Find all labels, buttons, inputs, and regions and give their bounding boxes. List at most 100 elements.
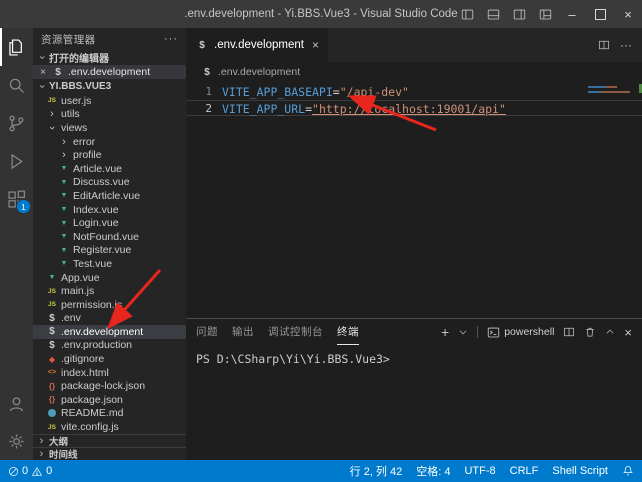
open-editor-item[interactable]: × $ .env.development xyxy=(33,65,186,79)
tree-item-profile[interactable]: ›profile xyxy=(33,148,186,162)
vue-file-icon: ▼ xyxy=(57,233,71,240)
tree-item-index-html[interactable]: <>index.html xyxy=(33,366,186,380)
project-root-header[interactable]: › YI.BBS.VUE3 xyxy=(33,79,186,94)
panel-tab-terminal[interactable]: 终端 xyxy=(337,320,359,345)
language-mode-status[interactable]: Shell Script xyxy=(552,465,608,477)
kill-terminal-icon[interactable] xyxy=(584,326,596,338)
tree-item-label: package-lock.json xyxy=(61,380,145,392)
activity-bar-extensions[interactable]: 1 xyxy=(0,180,33,218)
customize-layout-icon[interactable] xyxy=(532,0,558,28)
terminal-output[interactable]: PS D:\CSharp\Yi\Yi.BBS.Vue3> xyxy=(186,345,642,366)
tree-item-label: Discuss.vue xyxy=(73,176,130,188)
tree-item-permission-js[interactable]: JSpermission.js xyxy=(33,298,186,312)
tree-item-notfound-vue[interactable]: ▼NotFound.vue xyxy=(33,230,186,244)
tree-item-readme-md[interactable]: README.md xyxy=(33,407,186,421)
code-line-2[interactable]: 2VITE_APP_URL="http://localhost:19001/ap… xyxy=(186,100,642,116)
tree-item-utils[interactable]: ›utils xyxy=(33,108,186,122)
sidebar-title-row: 资源管理器 ··· xyxy=(33,28,186,50)
html-file-icon: <> xyxy=(45,369,59,376)
tree-item-views[interactable]: ›views xyxy=(33,121,186,135)
tree-item-label: vite.config.js xyxy=(61,421,119,433)
toggle-panel-icon[interactable] xyxy=(480,0,506,28)
tree-item-test-vue[interactable]: ▼Test.vue xyxy=(33,257,186,271)
cursor-position-status[interactable]: 行 2, 列 42 xyxy=(350,463,403,479)
close-editor-icon[interactable]: × xyxy=(38,67,48,78)
terminal-instance[interactable]: powershell xyxy=(487,326,554,339)
toggle-sidebar-icon[interactable] xyxy=(454,0,480,28)
tree-item-article-vue[interactable]: ▼Article.vue xyxy=(33,162,186,176)
activity-bar-explorer[interactable] xyxy=(0,28,33,66)
tree-item-user-js[interactable]: JSuser.js xyxy=(33,94,186,108)
code-lines: 1VITE_APP_BASEAPI="/api-dev"2VITE_APP_UR… xyxy=(186,84,642,116)
tree-item-discuss-vue[interactable]: ▼Discuss.vue xyxy=(33,176,186,190)
new-terminal-icon[interactable]: + xyxy=(441,325,449,339)
line-number: 2 xyxy=(186,101,222,115)
outline-section-header[interactable]: › 大纲 xyxy=(33,434,186,447)
activity-bar-source-control[interactable] xyxy=(0,104,33,142)
terminal-prompt-line: PS D:\CSharp\Yi\Yi.BBS.Vue3> xyxy=(196,352,390,366)
tree-item-label: NotFound.vue xyxy=(73,231,139,243)
close-window-button[interactable]: × xyxy=(614,0,642,28)
terminal-profile-dropdown-icon[interactable] xyxy=(458,327,468,337)
activity-bar-settings[interactable] xyxy=(0,422,33,460)
tree-item-app-vue[interactable]: ▼App.vue xyxy=(33,271,186,285)
problems-status[interactable]: 0 0 xyxy=(8,465,52,477)
minimap[interactable] xyxy=(588,86,636,96)
source-control-branch-icon xyxy=(6,113,27,134)
split-editor-icon[interactable] xyxy=(598,39,610,51)
env-file-icon: $ xyxy=(51,67,65,78)
tree-item-index-vue[interactable]: ▼Index.vue xyxy=(33,203,186,217)
tree-item--env-development[interactable]: $.env.development xyxy=(33,325,186,339)
run-debug-icon xyxy=(6,151,27,172)
chevron-collapsed-icon: › xyxy=(45,108,59,120)
error-count: 0 xyxy=(22,465,28,477)
activity-bar-accounts[interactable] xyxy=(0,384,33,422)
breadcrumb-item[interactable]: .env.development xyxy=(218,66,300,78)
account-icon xyxy=(6,393,27,414)
tree-item--env-production[interactable]: $.env.production xyxy=(33,339,186,353)
env-file-icon: $ xyxy=(45,326,59,337)
close-tab-icon[interactable]: × xyxy=(312,38,319,52)
activity-bar-run-debug[interactable] xyxy=(0,142,33,180)
indentation-status[interactable]: 空格: 4 xyxy=(416,463,450,479)
toggle-secondary-sidebar-icon[interactable] xyxy=(506,0,532,28)
tree-item-editarticle-vue[interactable]: ▼EditArticle.vue xyxy=(33,189,186,203)
tree-item-main-js[interactable]: JSmain.js xyxy=(33,284,186,298)
tree-item-label: views xyxy=(61,122,87,134)
activity-bar-search[interactable] xyxy=(0,66,33,104)
tree-item-error[interactable]: ›error xyxy=(33,135,186,149)
terminal-icon xyxy=(487,326,500,339)
tree-item-register-vue[interactable]: ▼Register.vue xyxy=(33,244,186,258)
tree-item-package-json[interactable]: {}package.json xyxy=(33,393,186,407)
tree-item-vite-config-js[interactable]: JSvite.config.js xyxy=(33,420,186,434)
timeline-section-header[interactable]: › 时间线 xyxy=(33,447,186,460)
status-bar: 0 0 行 2, 列 42 空格: 4 UTF-8 CRLF Shell Scr… xyxy=(0,460,642,482)
panel-tab-output[interactable]: 输出 xyxy=(232,320,254,345)
notifications-bell-icon[interactable] xyxy=(622,465,634,477)
panel-tab-debug-console[interactable]: 调试控制台 xyxy=(268,320,323,345)
maximize-panel-icon[interactable] xyxy=(605,327,615,337)
more-actions-icon[interactable]: ··· xyxy=(164,33,178,45)
maximize-button[interactable] xyxy=(586,0,614,28)
eol-status[interactable]: CRLF xyxy=(510,465,539,477)
encoding-status[interactable]: UTF-8 xyxy=(464,465,495,477)
panel-tab-problems[interactable]: 问题 xyxy=(196,320,218,345)
tree-item--gitignore[interactable]: ◆.gitignore xyxy=(33,352,186,366)
more-actions-icon[interactable]: ··· xyxy=(620,38,632,52)
code-line-1[interactable]: 1VITE_APP_BASEAPI="/api-dev" xyxy=(186,84,642,100)
tree-item-label: profile xyxy=(73,149,102,161)
tree-item-login-vue[interactable]: ▼Login.vue xyxy=(33,216,186,230)
tree-item-package-lock-json[interactable]: {}package-lock.json xyxy=(33,379,186,393)
minimize-button[interactable]: – xyxy=(558,0,586,28)
tree-item-label: utils xyxy=(61,108,80,120)
close-panel-icon[interactable]: × xyxy=(624,325,632,340)
split-terminal-icon[interactable] xyxy=(563,326,575,338)
tab-env-development[interactable]: $ .env.development × xyxy=(186,28,329,62)
tree-item--env[interactable]: $.env xyxy=(33,312,186,326)
tree-item-label: Article.vue xyxy=(73,163,122,175)
title-bar: .env.development - Yi.BBS.Vue3 - Visual … xyxy=(0,0,642,28)
assignment-operator: = xyxy=(333,84,340,100)
code-editor[interactable]: 1VITE_APP_BASEAPI="/api-dev"2VITE_APP_UR… xyxy=(186,82,642,318)
breadcrumb[interactable]: $ .env.development xyxy=(186,62,642,82)
open-editors-header[interactable]: › 打开的编辑器 xyxy=(33,50,186,65)
